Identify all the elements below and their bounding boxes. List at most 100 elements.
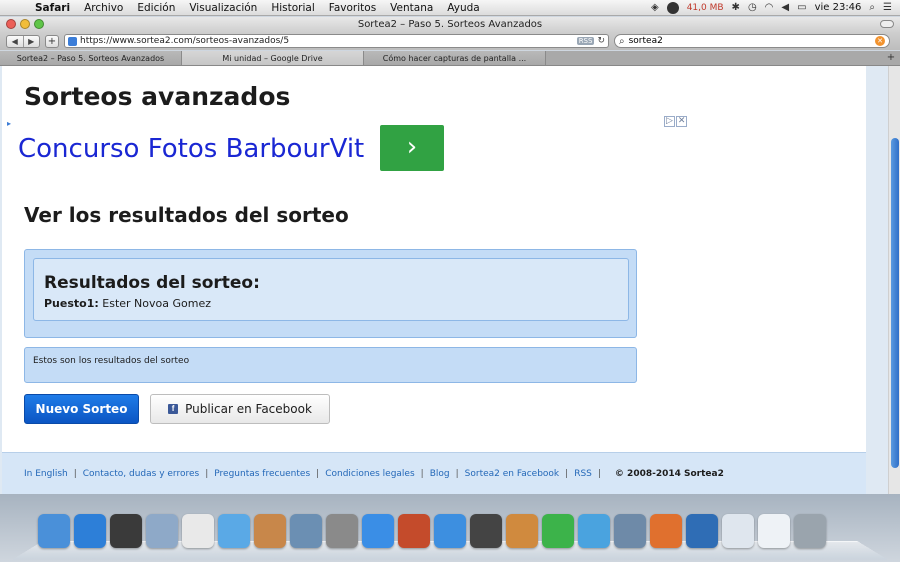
- menu-historial[interactable]: Historial: [264, 2, 321, 14]
- calendar-icon[interactable]: [182, 514, 214, 548]
- menu-favoritos[interactable]: Favoritos: [322, 2, 383, 14]
- add-bookmark-button[interactable]: +: [45, 34, 59, 48]
- tab-google-drive[interactable]: Mi unidad – Google Drive: [182, 51, 364, 65]
- garageband-icon[interactable]: [506, 514, 538, 548]
- bluetooth-icon[interactable]: ✱: [732, 2, 740, 13]
- web-content: Sorteos avanzados ▸ Concurso Fotos Barbo…: [0, 66, 888, 494]
- messenger-icon[interactable]: [578, 514, 610, 548]
- notification-center-icon[interactable]: ☰: [883, 2, 892, 13]
- footer-link-english[interactable]: In English: [24, 469, 68, 479]
- tab-bar: Sortea2 – Paso 5. Sorteos Avanzados Mi u…: [0, 51, 900, 66]
- scrollbar-thumb[interactable]: [891, 138, 899, 468]
- iphoto-icon[interactable]: [290, 514, 322, 548]
- info-message: Estos son los resultados del sorteo: [24, 347, 637, 383]
- url-text[interactable]: https://www.sortea2.com/sorteos-avanzado…: [80, 36, 574, 46]
- finder-icon[interactable]: [38, 514, 70, 548]
- dock: [38, 514, 826, 548]
- search-input[interactable]: [628, 36, 871, 46]
- ad-arrow-button[interactable]: ›: [380, 125, 444, 171]
- page-title: Sorteos avanzados: [24, 82, 291, 111]
- section-title: Ver los resultados del sorteo: [24, 203, 349, 227]
- result-place-label: Puesto1:: [44, 297, 99, 310]
- dashboard-icon[interactable]: [110, 514, 142, 548]
- minimize-window-button[interactable]: [20, 19, 30, 29]
- time-machine-icon[interactable]: ◷: [748, 2, 757, 13]
- rss-button[interactable]: RSS: [576, 37, 595, 45]
- back-button[interactable]: ◀: [7, 35, 24, 47]
- memory-usage: 41,0 MB: [686, 2, 724, 13]
- page-footer: In English | Contacto, dudas y errores |…: [2, 452, 866, 494]
- ad-link[interactable]: Concurso Fotos BarbourVit: [18, 134, 364, 164]
- ad-close-icon[interactable]: ✕: [675, 116, 688, 127]
- menu-ayuda[interactable]: Ayuda: [440, 2, 486, 14]
- wifi-icon[interactable]: ◠: [765, 2, 774, 13]
- publish-facebook-label: Publicar en Facebook: [185, 402, 312, 416]
- search-clear-icon[interactable]: ✕: [875, 36, 885, 46]
- close-window-button[interactable]: [6, 19, 16, 29]
- new-tab-button[interactable]: +: [882, 51, 900, 65]
- spotlight-icon[interactable]: ⌕: [869, 2, 875, 13]
- toolbar-toggle-button[interactable]: [880, 20, 894, 28]
- mail-icon[interactable]: [146, 514, 178, 548]
- ad-marker-icon: ▸: [7, 119, 12, 128]
- footer-link-legal[interactable]: Condiciones legales: [325, 469, 414, 479]
- memory-monitor-icon[interactable]: [666, 1, 679, 14]
- powerpoint-icon[interactable]: [650, 514, 682, 548]
- address-bar[interactable]: https://www.sortea2.com/sorteos-avanzado…: [64, 34, 609, 48]
- new-draw-button[interactable]: Nuevo Sorteo: [24, 394, 139, 424]
- footer-link-rss[interactable]: RSS: [574, 469, 592, 479]
- result-row: Puesto1: Ester Novoa Gomez: [44, 297, 211, 310]
- window-title: Sortea2 – Paso 5. Sorteos Avanzados: [357, 19, 543, 30]
- starcraft-icon[interactable]: [470, 514, 502, 548]
- back-forward-buttons: ◀ ▶: [6, 34, 40, 48]
- robot-icon[interactable]: [722, 514, 754, 548]
- battery-icon[interactable]: ▭: [797, 2, 806, 13]
- document-icon[interactable]: [758, 514, 790, 548]
- facetime-icon[interactable]: [218, 514, 250, 548]
- menu-bar: Safari Archivo Edición Visualización His…: [0, 0, 900, 16]
- app-store-icon[interactable]: [74, 514, 106, 548]
- volume-icon[interactable]: ◀: [781, 2, 789, 13]
- site-favicon-icon: [68, 36, 77, 46]
- page-body: Sorteos avanzados ▸ Concurso Fotos Barbo…: [2, 66, 866, 494]
- menu-clock[interactable]: vie 23:46: [815, 2, 862, 13]
- menu-archivo[interactable]: Archivo: [77, 2, 130, 14]
- trash-icon[interactable]: [794, 514, 826, 548]
- menu-app-name[interactable]: Safari: [28, 2, 77, 14]
- menu-visualizacion[interactable]: Visualización: [182, 2, 264, 14]
- results-box: Resultados del sorteo: Puesto1: Ester No…: [33, 258, 629, 321]
- address-book-icon[interactable]: [254, 514, 286, 548]
- footer-link-blog[interactable]: Blog: [430, 469, 450, 479]
- system-preferences-icon[interactable]: [326, 514, 358, 548]
- itunes-icon[interactable]: [362, 514, 394, 548]
- forward-button[interactable]: ▶: [24, 36, 40, 47]
- spotify-icon[interactable]: [542, 514, 574, 548]
- browser-toolbar: ◀ ▶ + https://www.sortea2.com/sorteos-av…: [0, 32, 900, 50]
- ad-choices[interactable]: ▷ ✕: [664, 116, 688, 127]
- search-icon: ⌕: [619, 35, 625, 47]
- publish-facebook-button[interactable]: f Publicar en Facebook: [150, 394, 330, 424]
- footer-copyright: © 2008-2014 Sortea2: [614, 468, 724, 479]
- zoom-window-button[interactable]: [34, 19, 44, 29]
- reload-icon[interactable]: ↻: [597, 36, 605, 46]
- tab-sortea2[interactable]: Sortea2 – Paso 5. Sorteos Avanzados: [0, 51, 182, 65]
- result-winner: Ester Novoa Gomez: [102, 297, 212, 310]
- menu-ventana[interactable]: Ventana: [383, 2, 440, 14]
- photo-booth-icon[interactable]: [398, 514, 430, 548]
- quicktime-icon[interactable]: [686, 514, 718, 548]
- ad-choices-icon[interactable]: ▷: [664, 116, 675, 127]
- footer-link-faq[interactable]: Preguntas frecuentes: [214, 469, 310, 479]
- facebook-icon: f: [168, 404, 179, 414]
- dropbox-icon[interactable]: ◈: [651, 2, 659, 13]
- tab-capturas[interactable]: Cómo hacer capturas de pantalla ...: [364, 51, 546, 65]
- safari-icon[interactable]: [434, 514, 466, 548]
- page-scrollbar[interactable]: [888, 66, 900, 494]
- footer-link-contact[interactable]: Contacto, dudas y errores: [83, 469, 199, 479]
- search-field[interactable]: ⌕ ✕: [614, 34, 890, 48]
- preview-icon[interactable]: [614, 514, 646, 548]
- results-title: Resultados del sorteo:: [44, 273, 260, 293]
- window-title-bar: Sortea2 – Paso 5. Sorteos Avanzados: [0, 17, 900, 32]
- results-panel: Resultados del sorteo: Puesto1: Ester No…: [24, 249, 637, 338]
- menu-edicion[interactable]: Edición: [130, 2, 182, 14]
- footer-link-facebook[interactable]: Sortea2 en Facebook: [465, 469, 559, 479]
